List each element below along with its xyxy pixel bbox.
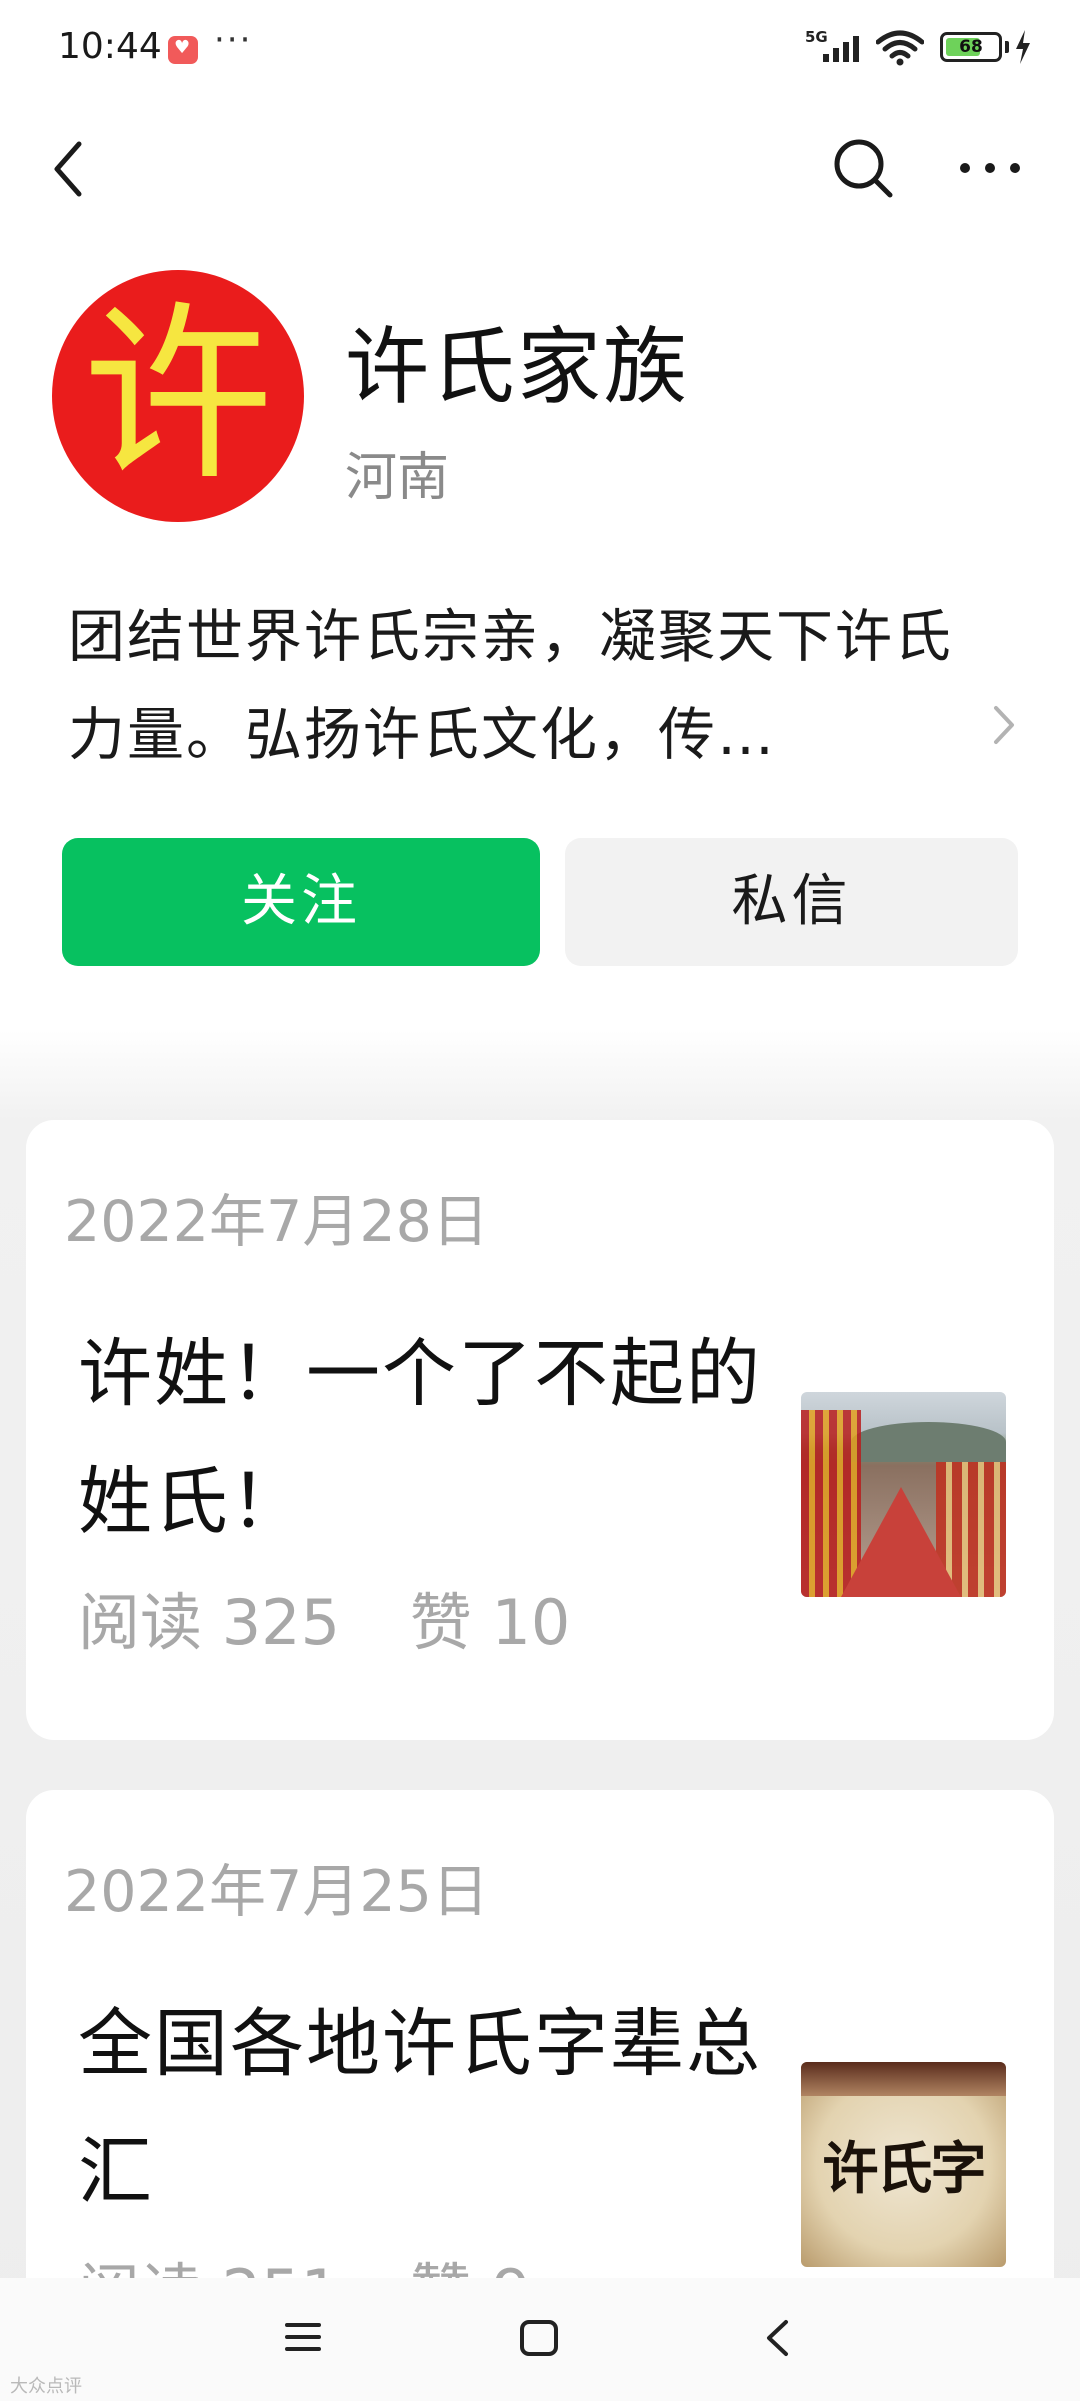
charging-icon (1016, 30, 1030, 64)
system-nav-bar (0, 2278, 1080, 2401)
like-count: 赞 10 (409, 1586, 571, 1659)
screen: 10:44 ··· 5G 68 (0, 0, 1080, 2401)
thumbnail-text: 许氏字 (822, 2136, 987, 2202)
watermark-logo: 大众点评 (10, 2376, 82, 2397)
message-button[interactable]: 私信 (565, 838, 1018, 966)
article-date: 2022年7月28日 (64, 1189, 489, 1255)
status-more-icon: ··· (214, 20, 253, 60)
profile-bio[interactable]: 团结世界许氏宗亲，凝聚天下许氏力量。弘扬许氏文化，传… (68, 588, 1008, 784)
status-time: 10:44 (58, 26, 162, 67)
article-stats: 阅读 325 赞 10 (78, 1572, 620, 1662)
article-title[interactable]: 全国各地许氏字辈总汇 (78, 1980, 778, 2236)
search-icon[interactable] (830, 135, 896, 201)
menu-icon[interactable] (283, 2317, 323, 2357)
profile-name: 许氏家族 (345, 318, 690, 416)
back-icon[interactable] (760, 2316, 794, 2360)
chevron-left-icon[interactable] (45, 138, 95, 200)
article-card[interactable]: 2022年7月28日 许姓！一个了不起的姓氏！ 阅读 325 赞 10 (26, 1120, 1054, 1740)
status-bar: 10:44 ··· 5G 68 (0, 0, 1080, 100)
thumbnail-red-carpet (841, 1487, 961, 1597)
battery-icon: 68 (940, 32, 1002, 62)
read-count: 阅读 325 (78, 1586, 341, 1659)
app-notification-icon (168, 36, 198, 64)
profile-location: 河南 (345, 448, 450, 508)
article-feed: 2022年7月28日 许姓！一个了不起的姓氏！ 阅读 325 赞 10 2022… (0, 1030, 1080, 2401)
article-date: 2022年7月25日 (64, 1859, 489, 1925)
home-icon[interactable] (518, 2318, 560, 2358)
battery-tip (1005, 41, 1009, 53)
avatar-logo: 许 (82, 285, 273, 506)
article-title[interactable]: 许姓！一个了不起的姓氏！ (78, 1310, 778, 1566)
article-thumbnail[interactable]: 许氏字 (801, 2062, 1006, 2267)
article-thumbnail[interactable] (801, 1392, 1006, 1597)
avatar[interactable]: 许 (52, 270, 304, 522)
chevron-right-icon[interactable] (990, 702, 1018, 748)
thumbnail-mountain (851, 1422, 1006, 1462)
more-horizontal-icon[interactable] (955, 150, 1025, 186)
battery-level: 68 (959, 37, 983, 57)
thumbnail-banner (801, 2062, 1006, 2096)
wifi-icon (876, 30, 924, 66)
follow-button[interactable]: 关注 (62, 838, 540, 966)
cellular-signal-icon: 5G (805, 28, 865, 66)
